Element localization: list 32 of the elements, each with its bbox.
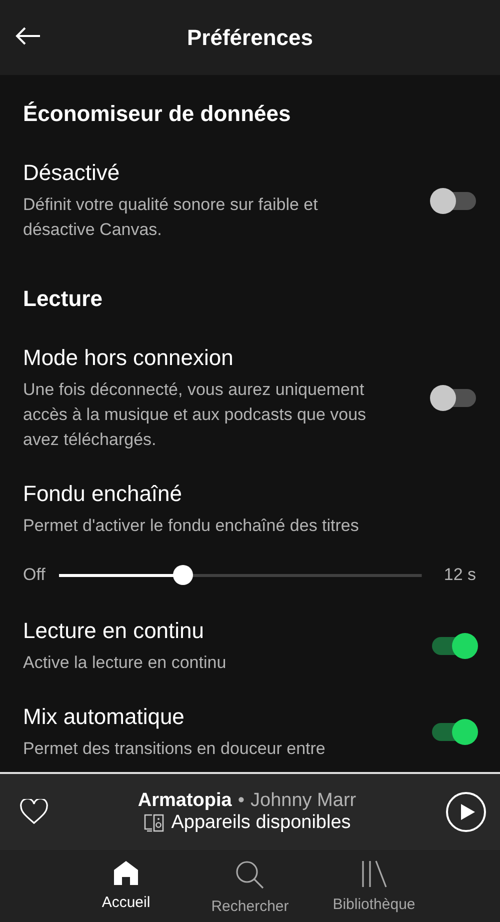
setting-description: Active la lecture en continu [23, 652, 226, 674]
track-name: Armatopia [138, 790, 232, 812]
setting-description: Permet des transitions en douceur entre [23, 738, 326, 760]
device-status[interactable]: Appareils disponibles [171, 812, 351, 834]
slider-max-label: 12 s [444, 565, 476, 585]
setting-title: Mix automatique [23, 703, 186, 731]
setting-title: Lecture en continu [23, 617, 206, 645]
setting-description: Permet d'activer le fondu enchaîné des titres [23, 515, 360, 537]
play-button[interactable] [446, 792, 486, 832]
like-button[interactable] [20, 799, 48, 825]
setting-title: Mode hors connexion [23, 344, 234, 372]
library-icon [360, 860, 388, 888]
slider-thumb[interactable] [172, 565, 193, 585]
back-arrow-icon [15, 26, 41, 46]
heart-icon [20, 799, 48, 825]
nav-tab[interactable]: Bibliothèque [312, 850, 436, 922]
play-icon [460, 803, 476, 821]
setting-description: Définit votre qualité sonore sur faible et désactive Canvas. [23, 194, 319, 241]
section-heading: Lecture [23, 285, 104, 313]
setting-title: Désactivé [23, 159, 121, 187]
setting-title: Fondu enchaîné [23, 480, 184, 508]
setting-description: Une fois déconnecté, vous aurez uniquement accès à la musique et aux podcasts que vous avez téléchargés. [23, 379, 368, 451]
nav-tab[interactable]: Accueil [64, 850, 188, 922]
artist-name: Johnny Marr [250, 790, 356, 812]
separator: • [238, 790, 244, 812]
section-heading: Économiseur de données [23, 100, 292, 128]
home-icon [113, 860, 139, 886]
nav-tab[interactable]: Rechercher [188, 850, 312, 922]
page-title: Préférences [187, 24, 313, 50]
slider-min-label: Off [23, 565, 46, 585]
search-icon [235, 860, 265, 890]
devices-icon [143, 813, 166, 833]
